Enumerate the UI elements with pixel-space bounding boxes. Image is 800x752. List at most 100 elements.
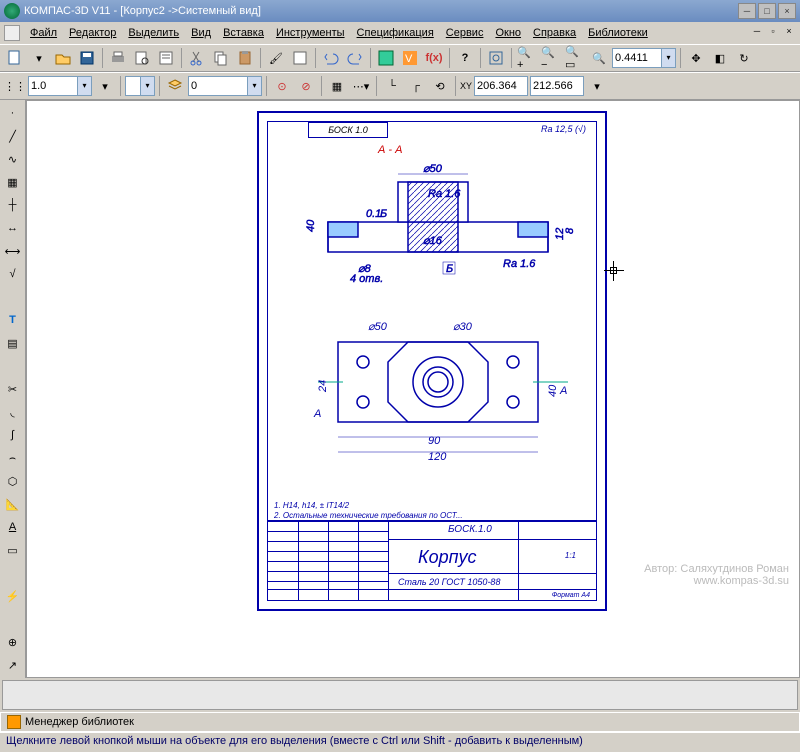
ortho-button[interactable]: └ (381, 75, 403, 97)
rotate-button[interactable]: ◧ (709, 47, 731, 69)
tool-rough[interactable]: √ (2, 263, 24, 285)
tool-arc[interactable]: ⌢ (2, 447, 24, 469)
title-block: БОСК.1.0 Корпус Сталь 20 ГОСТ 1050-88 1:… (268, 520, 596, 600)
tool-empty3 (2, 562, 24, 584)
layer-dropdown[interactable]: ▾ (248, 76, 262, 96)
tb-scale: 1:1 (565, 551, 576, 560)
zoom-dropdown[interactable]: ▾ (662, 48, 676, 68)
pan-button[interactable]: ✥ (685, 47, 707, 69)
tool-hatch[interactable]: ▦ (2, 171, 24, 193)
style-arrow[interactable]: ▾ (94, 75, 116, 97)
tool-dim2[interactable]: ⟷ (2, 240, 24, 262)
menu-view[interactable]: Вид (185, 25, 217, 41)
tool-text[interactable]: T (2, 309, 24, 331)
zoom-window-button[interactable]: 🔍▭ (564, 47, 586, 69)
drawing-canvas[interactable]: БОСК 1.0 Ra 12,5 (√) А - А ⌀50 (26, 100, 800, 678)
watermark-author: Автор: Саляхутдинов Роман (644, 563, 789, 575)
dim-d50: ⌀50 (423, 163, 443, 175)
property-panel[interactable] (2, 680, 798, 710)
open-button[interactable] (52, 47, 74, 69)
brush-button[interactable]: 🖌 (265, 47, 287, 69)
ortho2-button[interactable]: ┌ (405, 75, 427, 97)
properties-button[interactable] (155, 47, 177, 69)
cut-button[interactable] (186, 47, 208, 69)
grid-button[interactable]: ▦ (326, 75, 348, 97)
fx-button[interactable]: f(x) (423, 47, 445, 69)
tool-curve[interactable]: ∫ (2, 424, 24, 446)
tool-table[interactable]: ▤ (2, 332, 24, 354)
round-button[interactable]: ⟲ (429, 75, 451, 97)
minimize-button[interactable]: ─ (738, 3, 756, 19)
tool-fillet[interactable]: ◟ (2, 401, 24, 423)
layers-button[interactable] (164, 75, 186, 97)
sheet-button[interactable] (289, 47, 311, 69)
undo-button[interactable] (320, 47, 342, 69)
menu-help[interactable]: Справка (527, 25, 582, 41)
tol10: 0.1 (366, 208, 381, 220)
tool-cut[interactable]: ✂ (2, 378, 24, 400)
menu-file[interactable]: Файл (24, 25, 63, 41)
tool-poly[interactable]: ⬡ (2, 470, 24, 492)
layer-input[interactable] (188, 76, 248, 96)
tool-spline[interactable]: ∿ (2, 148, 24, 170)
tool-target[interactable]: ⊕ (2, 631, 24, 653)
close-button[interactable]: × (778, 3, 796, 19)
mdi-minimize-button[interactable]: ─ (750, 26, 764, 40)
new-dropdown[interactable]: ▾ (28, 47, 50, 69)
line-style-input[interactable] (28, 76, 78, 96)
save-button[interactable] (76, 47, 98, 69)
menu-window[interactable]: Окно (489, 25, 527, 41)
menu-insert[interactable]: Вставка (217, 25, 270, 41)
zoom-in-button[interactable]: 🔍+ (516, 47, 538, 69)
window-title: КОМПАС-3D V11 - [Корпус2 ->Системный вид… (24, 5, 261, 17)
mdi-close-button[interactable]: × (782, 26, 796, 40)
menu-editor[interactable]: Редактор (63, 25, 122, 41)
preview-button[interactable] (131, 47, 153, 69)
tool-point[interactable]: · (2, 102, 24, 124)
grid2-button[interactable]: ⋯▾ (350, 75, 372, 97)
menu-libraries[interactable]: Библиотеки (582, 25, 654, 41)
menu-select[interactable]: Выделить (122, 25, 185, 41)
line-style-dropdown[interactable]: ▾ (78, 76, 92, 96)
redraw-button[interactable]: ↻ (733, 47, 755, 69)
tool-line[interactable]: ╱ (2, 125, 24, 147)
print-button[interactable] (107, 47, 129, 69)
new-button[interactable] (4, 47, 26, 69)
coord-x-input[interactable] (474, 76, 528, 96)
tb-code: БОСК.1.0 (448, 524, 492, 535)
snap-toggle[interactable]: ⊙ (271, 75, 293, 97)
tool-axis[interactable]: ┼ (2, 194, 24, 216)
menu-tools[interactable]: Инструменты (270, 25, 351, 41)
snap2-toggle[interactable]: ⊘ (295, 75, 317, 97)
zoom-fit-button[interactable] (485, 47, 507, 69)
help-button[interactable]: ? (454, 47, 476, 69)
zoom-scale-button[interactable]: 🔍 (588, 47, 610, 69)
standard-toolbar: ▾ 🖌 V f(x) ? 🔍+ 🔍− 🔍▭ 🔍 ▾ ✥ ◧ ↻ (0, 44, 800, 72)
tool-label[interactable]: A (2, 516, 24, 538)
document-icon[interactable] (4, 25, 20, 41)
current-state-toolbar: ⋮⋮ ▾ ▾ ▾ ▾ ⊙ ⊘ ▦ ⋯▾ └ ┌ ⟲ XY ▾ (0, 72, 800, 100)
tool-dimension[interactable]: ↔ (2, 217, 24, 239)
tree-button[interactable] (375, 47, 397, 69)
tool-bolt[interactable]: ⚡ (2, 585, 24, 607)
coord-lock[interactable]: ▾ (586, 75, 608, 97)
menu-bar: Файл Редактор Выделить Вид Вставка Инстр… (0, 22, 800, 44)
library-manager-tab[interactable]: Менеджер библиотек (0, 712, 800, 732)
paste-button[interactable] (234, 47, 256, 69)
maximize-button[interactable]: □ (758, 3, 776, 19)
zoom-out-button[interactable]: 🔍− (540, 47, 562, 69)
mdi-restore-button[interactable]: ▫ (766, 26, 780, 40)
menu-specification[interactable]: Спецификация (351, 25, 440, 41)
variables-button[interactable]: V (399, 47, 421, 69)
tool-measure[interactable]: 📐 (2, 493, 24, 515)
zoom-input[interactable] (612, 48, 662, 68)
coord-y-input[interactable] (530, 76, 584, 96)
tool-empty2 (2, 355, 24, 377)
tool-select[interactable]: ▭ (2, 539, 24, 561)
menu-service[interactable]: Сервис (440, 25, 490, 41)
copy-button[interactable] (210, 47, 232, 69)
color-dropdown[interactable]: ▾ (141, 76, 155, 96)
redo-button[interactable] (344, 47, 366, 69)
w120: 120 (428, 451, 447, 463)
tool-coord[interactable]: ↗ (2, 654, 24, 676)
